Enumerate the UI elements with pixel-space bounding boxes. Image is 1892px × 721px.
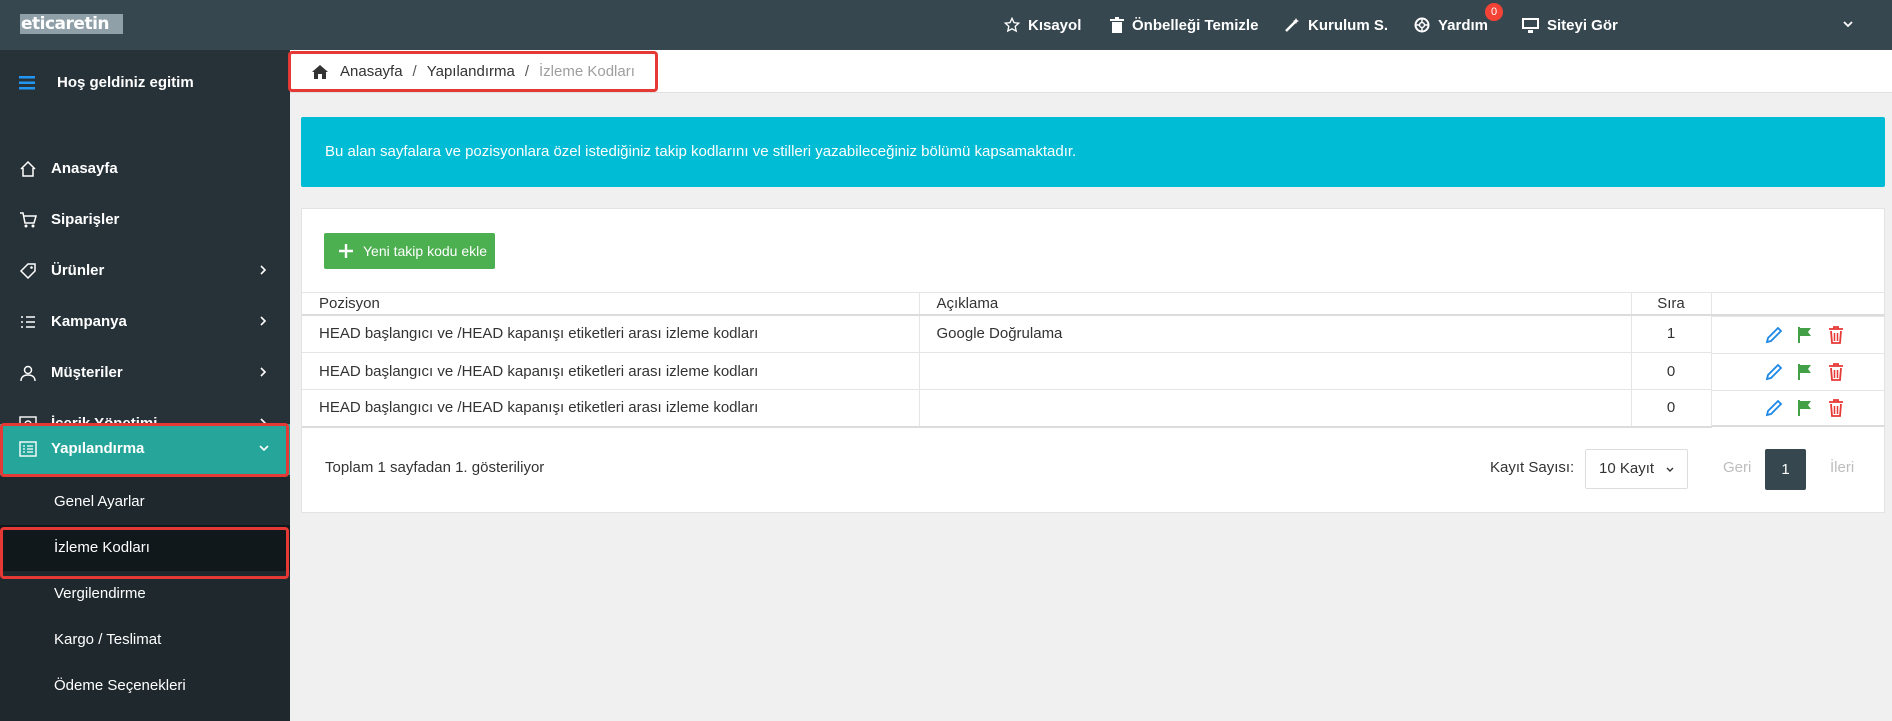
breadcrumb: Anasayfa / Yapılandırma / İzleme Kodları bbox=[312, 50, 635, 93]
sidebar-item-anasayfa[interactable]: Anasayfa bbox=[0, 144, 290, 194]
table-header-row: Pozisyon Açıklama Sıra bbox=[302, 292, 1885, 316]
home-icon bbox=[20, 160, 36, 177]
page-size-label: Kayıt Sayısı: bbox=[1490, 459, 1575, 476]
page-size-select[interactable]: 10 Kayıt bbox=[1585, 449, 1688, 489]
add-tracking-code-button[interactable]: Yeni takip kodu ekle bbox=[324, 233, 495, 269]
cell-sira: 0 bbox=[1631, 389, 1712, 428]
hamburger-icon[interactable] bbox=[19, 76, 35, 90]
cart-icon bbox=[20, 212, 37, 228]
star-icon bbox=[1004, 17, 1020, 33]
sidebar-submenu: Genel Ayarlar İzleme Kodları Vergilendir… bbox=[0, 477, 290, 721]
magic-wand-icon bbox=[1285, 18, 1299, 32]
trash-icon bbox=[1110, 17, 1124, 33]
flag-icon[interactable] bbox=[1795, 398, 1815, 418]
submenu-item-odeme-secenekleri[interactable]: Ödeme Seçenekleri bbox=[0, 663, 290, 709]
flag-icon[interactable] bbox=[1795, 362, 1815, 382]
pagination-info: Toplam 1 sayfadan 1. gösteriliyor bbox=[325, 459, 545, 476]
chevron-right-icon bbox=[260, 367, 267, 377]
breadcrumb-section[interactable]: Yapılandırma bbox=[427, 63, 515, 80]
submenu-item-genel-ayarlar[interactable]: Genel Ayarlar bbox=[0, 479, 290, 525]
flag-icon[interactable] bbox=[1795, 325, 1815, 345]
breadcrumb-home[interactable]: Anasayfa bbox=[340, 63, 403, 80]
sidebar-welcome: Hoş geldiniz egitim bbox=[0, 50, 290, 118]
tracking-codes-panel: Yeni takip kodu ekle Pozisyon Açıklama S… bbox=[301, 208, 1885, 513]
cell-actions bbox=[1711, 352, 1885, 390]
tracking-codes-table: Pozisyon Açıklama Sıra HEAD başlangıcı v… bbox=[302, 292, 1885, 428]
chevron-right-icon bbox=[260, 316, 267, 326]
info-alert: Bu alan sayfalara ve pozisyonlara özel i… bbox=[301, 117, 1885, 187]
breadcrumb-current: İzleme Kodları bbox=[539, 63, 635, 80]
shortcut-menu[interactable]: Kısayol bbox=[1004, 0, 1081, 50]
table-row: HEAD başlangıcı ve /HEAD kapanışı etiket… bbox=[302, 389, 1885, 428]
pagination-prev[interactable]: Geri bbox=[1723, 459, 1751, 476]
pagination-current-page[interactable]: 1 bbox=[1765, 449, 1806, 490]
help-button[interactable]: Yardım bbox=[1414, 0, 1488, 50]
column-header-actions bbox=[1711, 292, 1885, 316]
monitor-icon bbox=[1522, 17, 1539, 33]
chevron-down-icon bbox=[259, 445, 269, 452]
sidebar: Hoş geldiniz egitim Anasayfa Siparişler … bbox=[0, 50, 290, 721]
cell-pozisyon: HEAD başlangıcı ve /HEAD kapanışı etiket… bbox=[302, 352, 920, 390]
home-icon[interactable] bbox=[312, 64, 328, 79]
config-icon bbox=[19, 441, 37, 457]
cell-actions bbox=[1711, 389, 1885, 427]
submenu-item-kargo-teslimat[interactable]: Kargo / Teslimat bbox=[0, 617, 290, 663]
column-header-sira[interactable]: Sıra bbox=[1631, 292, 1712, 316]
cell-pozisyon: HEAD başlangıcı ve /HEAD kapanışı etiket… bbox=[302, 314, 920, 353]
view-site-button[interactable]: Siteyi Gör bbox=[1522, 0, 1618, 50]
tag-icon bbox=[19, 263, 36, 280]
setup-wizard-button[interactable]: Kurulum S. bbox=[1284, 0, 1388, 50]
submenu-item-izleme-kodlari[interactable]: İzleme Kodları bbox=[0, 525, 290, 571]
pagination-next[interactable]: İleri bbox=[1830, 459, 1854, 476]
cell-aciklama: Google Doğrulama bbox=[919, 314, 1632, 353]
list-icon bbox=[21, 316, 35, 328]
app-logo[interactable]: eticaretin bbox=[20, 14, 123, 34]
column-header-pozisyon[interactable]: Pozisyon bbox=[302, 292, 920, 316]
cell-pozisyon: HEAD başlangıcı ve /HEAD kapanışı etiket… bbox=[302, 389, 920, 428]
welcome-text: Hoş geldiniz egitim bbox=[57, 74, 194, 91]
column-header-aciklama[interactable]: Açıklama bbox=[919, 292, 1632, 316]
breadcrumb-bar: Anasayfa / Yapılandırma / İzleme Kodları bbox=[290, 50, 1892, 93]
cell-aciklama bbox=[919, 389, 1632, 428]
sidebar-item-urunler[interactable]: Ürünler bbox=[0, 246, 290, 296]
cell-sira: 1 bbox=[1631, 314, 1712, 353]
sidebar-item-musteriler[interactable]: Müşteriler bbox=[0, 348, 290, 398]
edit-pencil-icon[interactable] bbox=[1764, 325, 1784, 345]
table-row: HEAD başlangıcı ve /HEAD kapanışı etiket… bbox=[302, 352, 1885, 390]
delete-trash-icon[interactable] bbox=[1826, 325, 1846, 345]
edit-pencil-icon[interactable] bbox=[1764, 362, 1784, 382]
submenu-item-vergilendirme[interactable]: Vergilendirme bbox=[0, 571, 290, 617]
clear-cache-button[interactable]: Önbelleği Temizle bbox=[1110, 0, 1258, 50]
cell-sira: 0 bbox=[1631, 352, 1712, 390]
top-bar: eticaretin Kısayol Önbelleği Temizle Kur… bbox=[0, 0, 1892, 50]
delete-trash-icon[interactable] bbox=[1826, 398, 1846, 418]
sidebar-item-siparisler[interactable]: Siparişler bbox=[0, 195, 290, 245]
chevron-down-icon bbox=[1666, 467, 1674, 472]
table-row: HEAD başlangıcı ve /HEAD kapanışı etiket… bbox=[302, 314, 1885, 353]
chevron-down-icon[interactable] bbox=[1842, 18, 1854, 30]
delete-trash-icon[interactable] bbox=[1826, 362, 1846, 382]
edit-pencil-icon[interactable] bbox=[1764, 398, 1784, 418]
sidebar-item-kampanya[interactable]: Kampanya bbox=[0, 297, 290, 347]
help-lifebuoy-icon bbox=[1414, 17, 1430, 33]
cell-aciklama bbox=[919, 352, 1632, 390]
chevron-right-icon bbox=[260, 265, 267, 275]
user-icon bbox=[20, 365, 36, 382]
plus-icon bbox=[339, 244, 353, 258]
cell-actions bbox=[1711, 315, 1885, 353]
sidebar-item-yapilandirma[interactable]: Yapılandırma bbox=[0, 424, 290, 475]
help-badge: 0 bbox=[1485, 3, 1503, 21]
